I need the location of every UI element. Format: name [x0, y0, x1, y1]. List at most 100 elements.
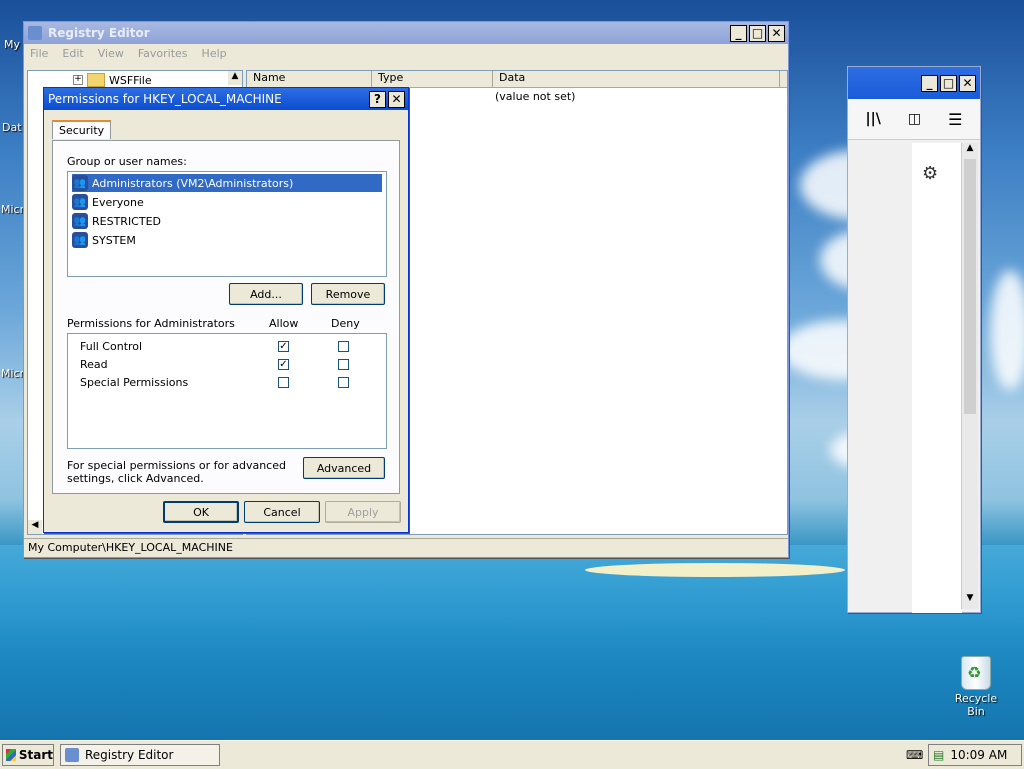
column-header-name[interactable]: Name [247, 71, 372, 87]
tree-item[interactable]: + WSFFile [73, 73, 152, 87]
user-list[interactable]: 👥 Administrators (VM2\Administrators) 👥 … [67, 171, 387, 277]
advanced-button[interactable]: Advanced [303, 457, 385, 479]
start-label: Start [18, 748, 53, 762]
expand-icon[interactable]: + [73, 75, 83, 85]
user-list-item[interactable]: 👥 SYSTEM [72, 231, 136, 249]
system-tray: ▤ 10:09 AM [928, 744, 1022, 766]
permissions-for-label: Permissions for Administrators [67, 317, 235, 330]
permission-name: Special Permissions [80, 376, 189, 389]
minimize-button[interactable]: _ [921, 74, 938, 92]
permissions-dialog[interactable]: Permissions for HKEY_LOCAL_MACHINE ? ✕ S… [43, 87, 409, 533]
minimize-button[interactable]: _ [730, 24, 747, 42]
menu-favorites[interactable]: Favorites [138, 47, 188, 60]
scroll-down-arrow[interactable]: ▼ [962, 593, 978, 609]
tree-item-label: WSFFile [109, 73, 152, 87]
browser-scrollbar[interactable]: ▲ ▼ [961, 143, 978, 609]
allow-read-checkbox[interactable]: ✓ [278, 359, 289, 370]
remove-button[interactable]: Remove [311, 283, 385, 305]
add-button[interactable]: Add... [229, 283, 303, 305]
user-name: RESTRICTED [92, 214, 162, 228]
network-icon[interactable]: ▤ [933, 748, 944, 762]
user-name: Administrators (VM2\Administrators) [92, 176, 294, 190]
sidebar-icon[interactable]: ◫ [908, 111, 921, 127]
registry-app-icon [65, 748, 79, 762]
taskbar: Start Registry Editor ⌨ ▤ 10:09 AM [0, 740, 1024, 769]
tab-panel: Group or user names: 👥 Administrators (V… [52, 140, 400, 494]
scroll-up-arrow[interactable]: ▲ [962, 143, 978, 159]
menu-help[interactable]: Help [202, 47, 227, 60]
scroll-up-arrow[interactable]: ▲ [228, 71, 242, 85]
column-header-type[interactable]: Type [372, 71, 493, 87]
ok-button[interactable]: OK [163, 501, 239, 523]
registry-title: Registry Editor [48, 26, 150, 40]
scroll-thumb[interactable] [964, 159, 976, 414]
tab-security[interactable]: Security [52, 120, 112, 139]
deny-read-checkbox[interactable] [338, 359, 349, 370]
gear-icon[interactable]: ⚙ [922, 163, 938, 184]
desktop-icon-label[interactable]: My [4, 38, 20, 51]
desktop-icon-label[interactable]: Dat [2, 121, 22, 134]
menu-file[interactable]: File [30, 47, 48, 60]
menu-view[interactable]: View [98, 47, 124, 60]
cancel-button[interactable]: Cancel [244, 501, 320, 523]
permission-name: Read [80, 358, 108, 371]
user-name: Everyone [92, 195, 144, 209]
browser-titlebar[interactable]: _ □ ✕ [848, 67, 980, 99]
help-button[interactable]: ? [369, 90, 386, 108]
maximize-button[interactable]: □ [749, 24, 766, 42]
menu-edit[interactable]: Edit [62, 47, 83, 60]
windows-logo-icon [6, 749, 16, 761]
user-group-icon: 👥 [72, 213, 88, 229]
user-group-icon: 👥 [72, 175, 88, 191]
user-group-icon: 👥 [72, 194, 88, 210]
user-list-item[interactable]: 👥 RESTRICTED [72, 212, 161, 230]
island [585, 563, 845, 577]
deny-column-label: Deny [331, 317, 360, 330]
allow-special-checkbox[interactable] [278, 377, 289, 388]
desktop-icon-label[interactable]: Micr [1, 203, 24, 216]
status-bar: My Computer\HKEY_LOCAL_MACHINE [24, 538, 788, 557]
taskbar-item-registry[interactable]: Registry Editor [60, 744, 220, 766]
advanced-help-text: For special permissions or for advanced … [67, 459, 286, 485]
allow-column-label: Allow [269, 317, 299, 330]
group-names-label: Group or user names: [67, 155, 187, 168]
close-button[interactable]: ✕ [959, 74, 976, 92]
permissions-titlebar[interactable]: Permissions for HKEY_LOCAL_MACHINE ? ✕ [44, 88, 408, 110]
close-button[interactable]: ✕ [388, 90, 405, 108]
taskbar-item-label: Registry Editor [85, 748, 174, 762]
recycle-bin[interactable]: Recycle Bin [946, 656, 1006, 718]
menu-bar: File Edit View Favorites Help [24, 44, 788, 62]
user-list-item[interactable]: 👥 Everyone [72, 193, 144, 211]
deny-full-control-checkbox[interactable] [338, 341, 349, 352]
clock[interactable]: 10:09 AM [950, 748, 1007, 762]
registry-titlebar[interactable]: Registry Editor _ □ ✕ [24, 22, 788, 44]
library-icon[interactable]: ||\ [866, 111, 881, 127]
permission-name: Full Control [80, 340, 143, 353]
menu-icon[interactable]: ☰ [948, 110, 962, 129]
value-data-cell[interactable]: (value not set) [495, 90, 575, 103]
permissions-list: Full Control ✓ Read ✓ Special Permission… [67, 333, 387, 449]
recycle-bin-icon [961, 656, 991, 690]
column-header-data[interactable]: Data [493, 71, 780, 87]
user-list-item[interactable]: 👥 Administrators (VM2\Administrators) [72, 174, 382, 192]
cloud [990, 270, 1024, 390]
browser-toolbar: ||\ ◫ ☰ [848, 99, 980, 140]
maximize-button[interactable]: □ [940, 74, 957, 92]
apply-button[interactable]: Apply [325, 501, 401, 523]
user-name: SYSTEM [92, 233, 136, 247]
allow-full-control-checkbox[interactable]: ✓ [278, 341, 289, 352]
user-group-icon: 👥 [72, 232, 88, 248]
column-headers: Name Type Data [247, 71, 787, 88]
browser-content: ⚙ [912, 143, 962, 613]
start-button[interactable]: Start [2, 744, 54, 766]
registry-app-icon [28, 26, 42, 40]
keyboard-icon[interactable]: ⌨ [906, 748, 923, 762]
desktop-icon-label[interactable]: Micr [1, 367, 24, 380]
deny-special-checkbox[interactable] [338, 377, 349, 388]
folder-icon [87, 73, 105, 87]
recycle-bin-label: Recycle Bin [954, 692, 998, 718]
scroll-left-arrow[interactable]: ◀ [28, 520, 42, 534]
browser-window[interactable]: _ □ ✕ ||\ ◫ ☰ ⚙ ▲ ▼ [847, 66, 981, 613]
permissions-title: Permissions for HKEY_LOCAL_MACHINE [48, 92, 282, 106]
close-button[interactable]: ✕ [768, 24, 785, 42]
